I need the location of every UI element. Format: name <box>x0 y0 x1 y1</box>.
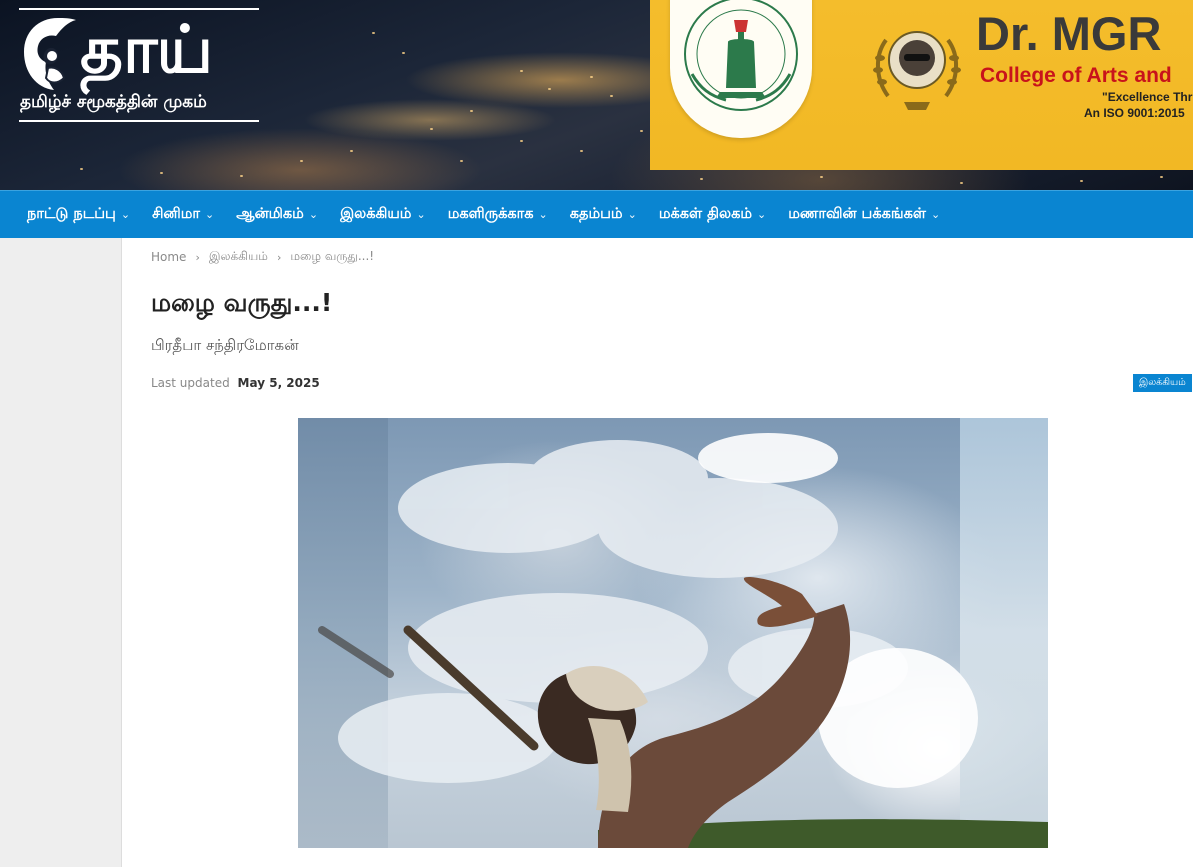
chevron-down-icon: ⌄ <box>538 208 548 221</box>
mother-child-logo-icon <box>24 18 76 90</box>
nav-item-current-affairs[interactable]: நாட்டு நடப்பு ⌄ <box>16 191 141 239</box>
site-logo[interactable]: தாய் தமிழ்ச் சமூகத்தின் முகம் <box>18 8 260 126</box>
nav-item-makkal-thilagam[interactable]: மக்கள் திலகம் ⌄ <box>648 191 777 239</box>
chevron-down-icon: ⌄ <box>757 208 767 221</box>
nav-item-mana-pages[interactable]: மணாவின் பக்கங்கள் ⌄ <box>777 191 951 239</box>
breadcrumb-category-link[interactable]: இலக்கியம் <box>209 249 268 265</box>
chevron-down-icon: ⌄ <box>308 208 319 221</box>
main-navigation: நாட்டு நடப்பு ⌄ சினிமா ⌄ ஆன்மிகம் ⌄ இலக்… <box>0 190 1193 238</box>
left-sidebar-gutter <box>0 238 122 867</box>
banner-iso-text: An ISO 9001:2015 <box>1084 106 1185 120</box>
logo-wordmark: தாய் <box>80 11 213 88</box>
college-seal-emblem-icon <box>684 0 798 111</box>
founder-portrait-laurel-icon <box>873 31 961 110</box>
category-badge[interactable]: இலக்கியம் <box>1133 374 1192 392</box>
nav-item-label: கதம்பம் <box>569 205 623 222</box>
article-title: மழை வருது...! <box>151 288 333 317</box>
farmer-pointing-at-sky-illustration <box>318 433 1048 848</box>
nav-item-literature[interactable]: இலக்கியம் ⌄ <box>329 191 437 239</box>
article-meta: Last updated May 5, 2025 <box>151 376 320 390</box>
college-seal <box>670 0 812 138</box>
last-updated-label: Last updated <box>151 376 230 390</box>
chevron-down-icon: ⌄ <box>627 208 637 221</box>
banner-college-name: Dr. MGR <box>976 7 1162 60</box>
featured-image <box>298 418 1048 848</box>
college-ad-banner[interactable]: Dr. MGR College of Arts and "Excellence … <box>650 0 1193 170</box>
chevron-down-icon: ⌄ <box>120 208 131 221</box>
nav-item-label: மணாவின் பக்கங்கள் <box>788 205 926 222</box>
chevron-down-icon: ⌄ <box>416 208 426 221</box>
nav-item-label: மக்கள் திலகம் <box>658 205 753 222</box>
logo-tagline: தமிழ்ச் சமூகத்தின் முகம் <box>20 92 207 112</box>
logo-bottom-rule <box>19 120 259 122</box>
chevron-right-icon: › <box>195 250 200 264</box>
chevron-down-icon: ⌄ <box>205 208 215 221</box>
nav-item-spirituality[interactable]: ஆன்மிகம் ⌄ <box>225 191 329 239</box>
breadcrumb: Home › இலக்கியம் › மழை வருது...! <box>151 249 374 265</box>
nav-item-label: நாட்டு நடப்பு <box>27 205 116 222</box>
nav-item-label: ஆன்மிகம் <box>236 205 304 222</box>
nav-item-cinema[interactable]: சினிமா ⌄ <box>141 191 225 239</box>
article-author: பிரதீபா சந்திரமோகன் <box>151 336 299 354</box>
breadcrumb-current: மழை வருது...! <box>290 249 375 263</box>
chevron-right-icon: › <box>276 250 282 264</box>
nav-item-label: மகளிருக்காக <box>447 205 534 222</box>
chevron-down-icon: ⌄ <box>930 208 941 221</box>
site-header: தாய் தமிழ்ச் சமூகத்தின் முகம் Dr. MGR Co… <box>0 0 1193 190</box>
last-updated-date: May 5, 2025 <box>237 376 320 390</box>
banner-motto: "Excellence Thr <box>1102 90 1193 104</box>
banner-college-subtitle: College of Arts and <box>980 64 1172 87</box>
breadcrumb-home-link[interactable]: Home <box>151 250 186 264</box>
nav-item-miscellany[interactable]: கதம்பம் ⌄ <box>559 191 648 239</box>
nav-item-label: சினிமா <box>152 205 201 222</box>
nav-item-label: இலக்கியம் <box>340 205 412 222</box>
nav-item-for-women[interactable]: மகளிருக்காக ⌄ <box>437 191 559 239</box>
